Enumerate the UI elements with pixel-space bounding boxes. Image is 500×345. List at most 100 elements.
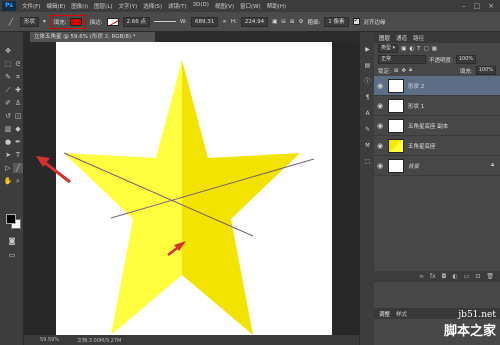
filter-adjust-icon[interactable]: ◐ xyxy=(409,46,414,52)
visibility-eye-icon[interactable]: ◉ xyxy=(374,142,386,150)
filter-type-icon[interactable]: T xyxy=(417,46,420,52)
line-tool-icon[interactable]: ╱ xyxy=(6,17,16,27)
layer-row-shape-1[interactable]: ◉ 形状 1 xyxy=(374,96,500,116)
maximize-icon[interactable]: □ xyxy=(474,2,481,10)
character-icon[interactable]: A xyxy=(363,110,372,118)
eraser-tool-icon[interactable]: ◫ xyxy=(13,111,23,121)
zoom-level[interactable]: 59.59% xyxy=(40,337,59,343)
brush-panel-icon[interactable]: ✎ xyxy=(363,126,372,134)
kind-filter-select[interactable]: 类型 ▾ xyxy=(378,44,399,53)
path-ops-icon[interactable]: ▣ xyxy=(272,19,277,25)
stamp-tool-icon[interactable]: ♙ xyxy=(13,98,23,108)
opacity-field[interactable]: 100% xyxy=(455,55,477,64)
document-tab[interactable]: 立体五角星 @ 59.6% (形状 2, RGB/8) * xyxy=(30,32,155,42)
tab-layers[interactable]: 图层 xyxy=(379,34,390,42)
pen-tool-icon[interactable]: ✒ xyxy=(13,137,23,147)
layer-row-star-base[interactable]: ◉ 五角星底座 xyxy=(374,136,500,156)
screen-mode-icon[interactable]: ▭ xyxy=(7,250,17,260)
height-field[interactable]: 224.94 xyxy=(240,16,269,27)
history-icon[interactable]: ▤ xyxy=(363,62,372,70)
marquee-tool-icon[interactable]: ⬚ xyxy=(3,59,13,69)
stroke-color-swatch[interactable] xyxy=(106,17,119,26)
tool-presets-icon[interactable]: ⚒ xyxy=(363,142,372,150)
menu-item[interactable]: 编辑(E) xyxy=(43,2,68,10)
hand-tool-icon[interactable]: ✋ xyxy=(3,176,13,186)
menu-item[interactable]: 图像(I) xyxy=(68,2,91,10)
fill-color-swatch[interactable] xyxy=(69,17,82,26)
crop-tool-icon[interactable]: ⌗ xyxy=(13,72,23,82)
width-field[interactable]: 689.31 xyxy=(190,16,219,27)
new-layer-icon[interactable]: ⊡ xyxy=(475,273,480,280)
lock-position-icon[interactable]: ✥ xyxy=(401,68,406,74)
fill-field[interactable]: 100% xyxy=(475,66,496,75)
direct-select-icon[interactable]: ▷ xyxy=(3,163,13,173)
layer-row-shape-2[interactable]: ◉ 形状 2 xyxy=(374,76,500,96)
menu-item[interactable]: 选择(S) xyxy=(140,2,165,10)
clone-source-icon[interactable]: ⬚ xyxy=(363,158,372,166)
menu-item[interactable]: 文件(F) xyxy=(19,2,43,10)
layer-row-star-base-copy[interactable]: ◉ 五角星底座 副本 xyxy=(374,116,500,136)
settings-gear-icon[interactable]: ⚙ xyxy=(299,19,304,25)
new-group-icon[interactable]: ▭ xyxy=(464,273,470,280)
weight-field[interactable]: 1 像素 xyxy=(324,16,349,27)
close-icon[interactable]: × xyxy=(488,2,494,10)
blur-tool-icon[interactable]: ◆ xyxy=(13,124,23,134)
line-shape-tool-icon[interactable]: ╱ xyxy=(13,163,23,173)
align-edges-checkbox[interactable] xyxy=(352,16,360,25)
minimize-icon[interactable]: – xyxy=(462,2,466,10)
dodge-tool-icon[interactable]: ● xyxy=(3,137,13,147)
stroke-type-select[interactable] xyxy=(154,21,176,22)
blend-mode-select[interactable]: 正常 xyxy=(378,55,426,64)
path-select-icon[interactable]: ➤ xyxy=(3,150,13,160)
tab-channels[interactable]: 通道 xyxy=(396,34,407,42)
brush-tool-icon[interactable]: ✐ xyxy=(3,98,13,108)
foreground-color-swatch[interactable] xyxy=(6,214,16,224)
lasso-tool-icon[interactable]: ᘓ xyxy=(13,59,23,69)
visibility-eye-icon[interactable]: ◉ xyxy=(374,102,386,110)
fill-setting[interactable]: 填充: xyxy=(49,14,86,29)
lock-pixels-icon[interactable]: ⊞ xyxy=(394,68,399,74)
quick-select-icon[interactable]: ✎ xyxy=(3,72,13,82)
mode-select[interactable]: 形状 xyxy=(20,16,40,27)
menu-item[interactable]: 滤镜(T) xyxy=(165,2,190,10)
link-layers-icon[interactable]: ∞ xyxy=(419,273,424,280)
delete-layer-icon[interactable]: 🗑︎ xyxy=(486,273,494,280)
tab-paths[interactable]: 路径 xyxy=(413,34,424,42)
menu-item[interactable]: 文字(Y) xyxy=(116,2,141,10)
layer-row-background[interactable]: ◉ 背景 🔒︎ xyxy=(374,156,500,176)
adjustment-layer-icon[interactable]: ◐ xyxy=(452,273,457,280)
quick-mask-icon[interactable]: ◙ xyxy=(7,236,17,246)
layer-style-icon[interactable]: fx xyxy=(430,273,436,280)
gradient-tool-icon[interactable]: ▥ xyxy=(3,124,13,134)
tab-styles[interactable]: 样式 xyxy=(396,310,407,318)
align-icon[interactable]: ⊟ xyxy=(281,19,286,25)
stroke-width-field[interactable]: 2.66 点 xyxy=(122,16,150,27)
lock-all-icon[interactable]: 🔒︎ xyxy=(409,67,412,74)
move-tool-icon[interactable]: ✥ xyxy=(3,46,13,56)
zoom-tool-icon[interactable]: ⌕ xyxy=(13,176,23,186)
menu-item[interactable]: 视图(V) xyxy=(212,2,237,10)
link-icon[interactable]: ∞ xyxy=(222,19,227,25)
filter-shape-icon[interactable]: ▢ xyxy=(424,46,429,52)
filter-smart-icon[interactable]: ▦ xyxy=(432,46,437,52)
eyedropper-icon[interactable]: ⟋ xyxy=(3,85,13,95)
paragraph-icon[interactable]: ¶ xyxy=(363,94,372,102)
menu-item[interactable]: 窗口(W) xyxy=(237,2,264,10)
arrange-icon[interactable]: ⊞ xyxy=(290,19,295,25)
visibility-eye-icon[interactable]: ◉ xyxy=(374,162,386,170)
tab-adjustments[interactable]: 调整 xyxy=(379,310,390,318)
filter-pixel-icon[interactable]: ▣ xyxy=(401,46,406,52)
visibility-eye-icon[interactable]: ◉ xyxy=(374,82,386,90)
document-info: 文档:3.00M/9.27M xyxy=(77,337,122,344)
add-mask-icon[interactable]: ◘ xyxy=(442,273,447,280)
menu-item[interactable]: 3D(D) xyxy=(190,2,212,10)
canvas[interactable] xyxy=(56,42,332,335)
healing-brush-icon[interactable]: ✚ xyxy=(13,85,23,95)
type-tool-icon[interactable]: T xyxy=(13,150,23,160)
menu-item[interactable]: 帮助(H) xyxy=(264,2,289,10)
play-icon[interactable]: ▶ xyxy=(363,46,372,54)
info-icon[interactable]: ⓘ xyxy=(363,78,372,86)
menu-item[interactable]: 图层(L) xyxy=(91,2,115,10)
visibility-eye-icon[interactable]: ◉ xyxy=(374,122,386,130)
history-brush-icon[interactable]: ↺ xyxy=(3,111,13,121)
